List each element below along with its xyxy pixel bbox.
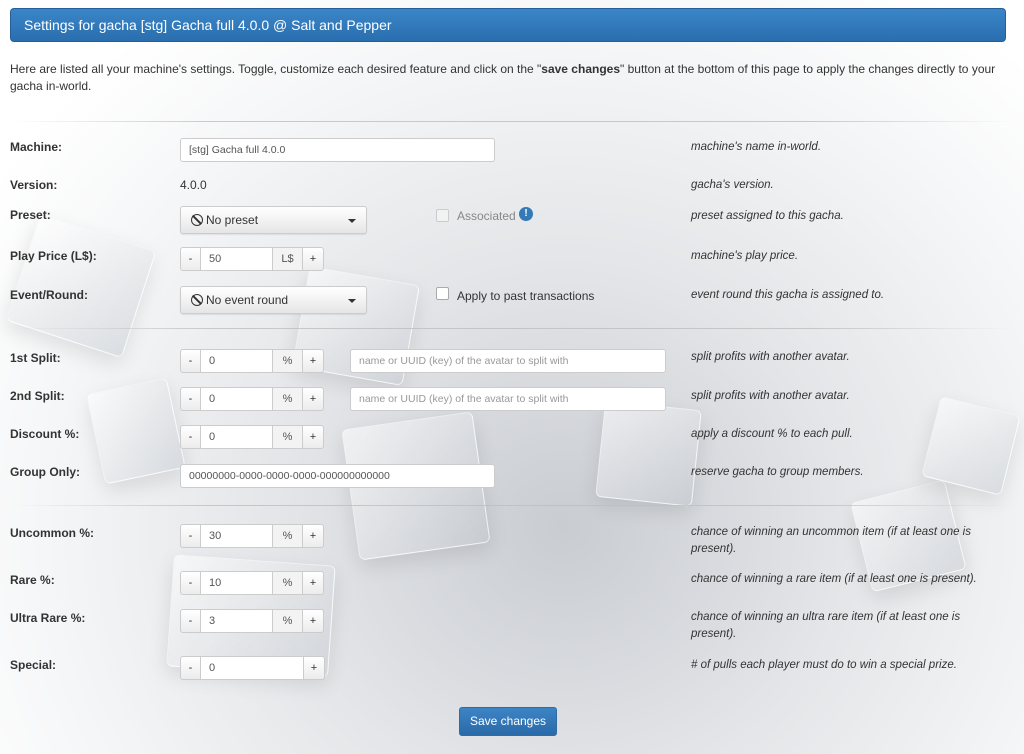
ultra-rare-stepper: - 3 % +	[180, 609, 324, 633]
plus-button[interactable]: +	[303, 571, 324, 595]
associated-label: Associated	[457, 209, 516, 223]
percent-unit: %	[273, 387, 303, 411]
preset-help: preset assigned to this gacha.	[691, 210, 844, 222]
minus-button[interactable]: -	[180, 609, 201, 633]
special-help: # of pulls each player must do to win a …	[691, 659, 957, 671]
discount-help: apply a discount % to each pull.	[691, 428, 853, 440]
ultra-rare-label: Ultra Rare %:	[10, 611, 86, 625]
discount-stepper: - 0 % +	[180, 425, 324, 449]
split1-stepper: - 0 % +	[180, 349, 324, 373]
version-label: Version:	[10, 178, 58, 192]
uncommon-label: Uncommon %:	[10, 526, 94, 540]
special-stepper: - 0 +	[180, 656, 325, 680]
version-value: 4.0.0	[180, 178, 207, 192]
split1-percent-input[interactable]: 0	[201, 349, 273, 373]
play-price-help: machine's play price.	[691, 250, 799, 262]
machine-name-input[interactable]: [stg] Gacha full 4.0.0	[180, 138, 495, 162]
intro-text: Here are listed all your machine's setti…	[10, 62, 996, 93]
event-round-dropdown[interactable]: No event round	[180, 286, 367, 314]
machine-help: machine's name in-world.	[691, 141, 822, 153]
minus-button[interactable]: -	[180, 247, 201, 271]
play-price-label: Play Price (L$):	[10, 249, 97, 263]
group-only-label: Group Only:	[10, 465, 80, 479]
play-price-stepper: - 50 L$ +	[180, 247, 324, 271]
rare-help: chance of winning a rare item (if at lea…	[691, 573, 977, 585]
split2-stepper: - 0 % +	[180, 387, 324, 411]
percent-unit: %	[273, 609, 303, 633]
caret-down-icon	[348, 299, 356, 303]
info-icon[interactable]: !	[519, 207, 533, 221]
plus-button[interactable]: +	[304, 656, 325, 680]
group-uuid-input[interactable]: 00000000-0000-0000-0000-000000000000	[180, 464, 495, 488]
percent-unit: %	[273, 571, 303, 595]
apply-past-transactions-label: Apply to past transactions	[457, 289, 595, 303]
currency-unit: L$	[273, 247, 303, 271]
version-help: gacha's version.	[691, 179, 774, 191]
background-cube	[595, 400, 702, 507]
associated-checkbox[interactable]	[436, 209, 449, 222]
no-symbol-icon	[191, 294, 203, 306]
play-price-input[interactable]: 50	[201, 247, 273, 271]
background-cube	[5, 213, 157, 359]
split1-label: 1st Split:	[10, 351, 61, 365]
machine-label: Machine:	[10, 140, 63, 154]
split2-avatar-input[interactable]: name or UUID (key) of the avatar to spli…	[350, 387, 666, 411]
ultra-rare-input[interactable]: 3	[201, 609, 273, 633]
minus-button[interactable]: -	[180, 524, 201, 548]
page-header: Settings for gacha [stg] Gacha full 4.0.…	[10, 8, 1006, 42]
split2-percent-input[interactable]: 0	[201, 387, 273, 411]
rare-input[interactable]: 10	[201, 571, 273, 595]
special-input[interactable]: 0	[201, 656, 304, 680]
discount-input[interactable]: 0	[201, 425, 273, 449]
uncommon-stepper: - 30 % +	[180, 524, 324, 548]
divider	[10, 121, 1014, 122]
uncommon-input[interactable]: 30	[201, 524, 273, 548]
event-round-help: event round this gacha is assigned to.	[691, 289, 885, 301]
split1-avatar-input[interactable]: name or UUID (key) of the avatar to spli…	[350, 349, 666, 373]
plus-button[interactable]: +	[303, 609, 324, 633]
plus-button[interactable]: +	[303, 524, 324, 548]
plus-button[interactable]: +	[303, 425, 324, 449]
preset-dropdown[interactable]: No preset	[180, 206, 367, 234]
no-symbol-icon	[191, 214, 203, 226]
percent-unit: %	[273, 524, 303, 548]
plus-button[interactable]: +	[303, 349, 324, 373]
apply-past-transactions-checkbox[interactable]	[436, 287, 449, 300]
rare-stepper: - 10 % +	[180, 571, 324, 595]
caret-down-icon	[348, 219, 356, 223]
plus-button[interactable]: +	[303, 387, 324, 411]
rare-label: Rare %:	[10, 573, 55, 587]
special-label: Special:	[10, 658, 57, 672]
ultra-rare-help: chance of winning an ultra rare item (if…	[691, 611, 961, 640]
split2-label: 2nd Split:	[10, 389, 65, 403]
minus-button[interactable]: -	[180, 571, 201, 595]
page-title: Settings for gacha [stg] Gacha full 4.0.…	[24, 17, 392, 33]
split2-help: split profits with another avatar.	[691, 390, 850, 402]
percent-unit: %	[273, 349, 303, 373]
minus-button[interactable]: -	[180, 387, 201, 411]
split1-help: split profits with another avatar.	[691, 351, 850, 363]
group-only-help: reserve gacha to group members.	[691, 466, 864, 478]
event-round-label: Event/Round:	[10, 288, 88, 302]
minus-button[interactable]: -	[180, 656, 201, 680]
plus-button[interactable]: +	[303, 247, 324, 271]
divider	[10, 328, 1014, 329]
discount-label: Discount %:	[10, 427, 80, 441]
percent-unit: %	[273, 425, 303, 449]
preset-label: Preset:	[10, 208, 51, 222]
save-changes-button[interactable]: Save changes	[459, 707, 557, 736]
divider	[10, 505, 1014, 506]
uncommon-help: chance of winning an uncommon item (if a…	[691, 526, 971, 555]
background-cube	[86, 377, 186, 485]
minus-button[interactable]: -	[180, 425, 201, 449]
minus-button[interactable]: -	[180, 349, 201, 373]
